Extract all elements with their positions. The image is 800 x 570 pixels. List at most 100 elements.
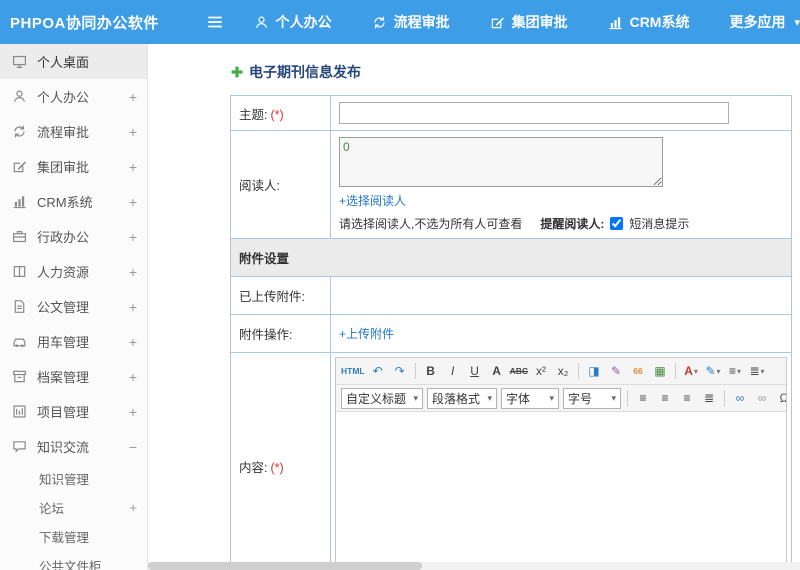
rich-text-editor: HTML↶↷BIUAABCx²x₂◨✎66▦A✎≡≣ 自定义标题段落格式字体字号… [335, 357, 787, 570]
expand-toggle[interactable]: + [123, 500, 137, 515]
sidebar-item-admin-office[interactable]: 行政办公 + [0, 219, 147, 254]
attachment-ops-row: 附件操作: +上传附件 [230, 314, 792, 353]
editor-button-strikethrough[interactable]: ABC [509, 361, 529, 381]
editor-button-superscript[interactable]: x² [531, 361, 551, 381]
sidebar-item-project-mgmt[interactable]: 项目管理 + [0, 394, 147, 429]
content-row: 内容:(*) HTML↶↷BIUAABCx²x₂◨✎66▦A✎≡≣ 自定义标题段… [230, 352, 792, 570]
nav-icon [254, 15, 269, 30]
editor-button-align-center[interactable]: ≡ [655, 388, 675, 408]
horizontal-scrollbar[interactable] [148, 562, 800, 570]
editor-button-unordered-list[interactable]: ≣ [747, 361, 767, 381]
editor-button-undo[interactable]: ↶ [368, 361, 388, 381]
sidebar-item-knowledge-exchange[interactable]: 知识交流 − [0, 429, 147, 464]
toolbar-separator [414, 363, 416, 379]
editor-button-redo[interactable]: ↷ [390, 361, 410, 381]
sidebar-subitem-forum[interactable]: 论坛 + [0, 493, 147, 522]
sidebar-item-vehicle-mgmt[interactable]: 用车管理 + [0, 324, 147, 359]
editor-select-font-family[interactable]: 字体 [501, 387, 559, 409]
expand-toggle[interactable]: + [123, 404, 137, 420]
toolbar-separator [675, 363, 677, 379]
sidebar-item-archive-mgmt[interactable]: 档案管理 + [0, 359, 147, 394]
editor-toolbar-row1: HTML↶↷BIUAABCx²x₂◨✎66▦A✎≡≣ [336, 358, 786, 385]
sidebar-item-document-mgmt[interactable]: 公文管理 + [0, 289, 147, 324]
editor-button-font-color[interactable]: A [681, 361, 701, 381]
editor-toolbar-row2-buttons: ≡≡≡≣∞∞Ω▣▶— [623, 388, 786, 408]
editor-button-anchor[interactable]: Ω [774, 388, 787, 408]
topbar-nav: 个人办公 流程审批 集团审批 CRM系统 更多应用 ▾ [254, 12, 800, 32]
expand-toggle[interactable]: − [123, 439, 137, 455]
nav-icon [490, 15, 505, 30]
editor-button-remove-link[interactable]: ∞ [752, 388, 772, 408]
editor-button-font-style[interactable]: A [487, 361, 507, 381]
editor-button-highlight-color[interactable]: ✎ [703, 361, 723, 381]
expand-toggle[interactable]: + [123, 89, 137, 105]
expand-toggle[interactable]: + [123, 124, 137, 140]
editor-button-format-painter[interactable]: ✎ [606, 361, 626, 381]
nav-item-workflow-approval[interactable]: 流程审批 [372, 12, 450, 32]
expand-toggle[interactable]: + [123, 194, 137, 210]
sidebar-item-icon [12, 194, 28, 209]
app-logo[interactable]: PHPOA协同办公软件 [0, 12, 194, 33]
nav-item-personal-office[interactable]: 个人办公 [254, 12, 332, 32]
readers-hint: 请选择阅读人,不选为所有人可查看 [339, 217, 523, 231]
nav-item-crm-system[interactable]: CRM系统 [608, 12, 689, 32]
editor-button-ordered-list[interactable]: ≡ [725, 361, 745, 381]
editor-content-area[interactable] [336, 412, 786, 570]
sidebar-item-personal-desktop[interactable]: 个人桌面 [0, 44, 147, 79]
editor-button-subscript[interactable]: x₂ [553, 361, 573, 381]
editor-button-align-left[interactable]: ≡ [633, 388, 653, 408]
sidebar-submenu: 知识管理 论坛 + 下载管理 公共文件柜 [0, 464, 147, 570]
add-plus-icon [230, 65, 244, 79]
editor-select-custom-title[interactable]: 自定义标题 [341, 387, 423, 409]
readers-textarea[interactable]: 0 [339, 137, 663, 187]
hamburger-icon[interactable] [202, 9, 228, 35]
expand-toggle[interactable]: + [123, 229, 137, 245]
attachment-ops-label: 附件操作: [239, 328, 293, 342]
sidebar-menu: 个人桌面 个人办公 + 流程审批 + 集团审批 + CRM系统 + 行政办公 +… [0, 44, 147, 464]
nav-item-more-apps[interactable]: 更多应用 ▾ [729, 12, 800, 32]
editor-button-align-justify[interactable]: ≣ [699, 388, 719, 408]
sidebar-item-icon [12, 159, 28, 174]
expand-toggle[interactable]: + [123, 299, 137, 315]
remind-readers-label: 提醒阅读人: [540, 217, 605, 231]
sidebar-item-icon [12, 124, 28, 139]
nav-item-group-approval[interactable]: 集团审批 [490, 12, 568, 32]
editor-select-font-size[interactable]: 字号 [563, 387, 621, 409]
editor-format-selects: 自定义标题段落格式字体字号 [339, 387, 623, 409]
nav-icon [608, 15, 623, 30]
sidebar-subitem-download-mgmt[interactable]: 下载管理 [0, 522, 147, 551]
editor-button-bold[interactable]: B [421, 361, 441, 381]
editor-button-underline[interactable]: U [465, 361, 485, 381]
sidebar-item-icon [12, 89, 28, 104]
sidebar-item-personal-office[interactable]: 个人办公 + [0, 79, 147, 114]
scrollbar-thumb[interactable] [148, 562, 422, 570]
upload-attachment-link[interactable]: +上传附件 [339, 325, 394, 342]
sidebar-item-icon [12, 264, 28, 279]
editor-button-align-right[interactable]: ≡ [677, 388, 697, 408]
editor-button-italic[interactable]: I [443, 361, 463, 381]
editor-button-remove-format[interactable]: ◨ [584, 361, 604, 381]
editor-button-insert-link[interactable]: ∞ [730, 388, 750, 408]
readers-label: 阅读人: [239, 179, 280, 193]
sidebar-item-crm-system[interactable]: CRM系统 + [0, 184, 147, 219]
select-readers-link[interactable]: +选择阅读人 [339, 192, 406, 209]
sidebar-item-icon [12, 54, 28, 69]
expand-toggle[interactable]: + [123, 159, 137, 175]
subject-input[interactable] [339, 102, 729, 124]
expand-toggle[interactable]: + [123, 369, 137, 385]
sidebar-item-icon [12, 404, 28, 419]
sidebar-subitem-public-file-cabinet[interactable]: 公共文件柜 [0, 551, 147, 570]
sms-checkbox[interactable] [610, 217, 624, 230]
sidebar-subitem-knowledge-mgmt[interactable]: 知识管理 [0, 464, 147, 493]
editor-button-html-source[interactable]: HTML [340, 361, 366, 381]
sidebar-item-group-approval[interactable]: 集团审批 + [0, 149, 147, 184]
editor-button-insert-table[interactable]: ▦ [650, 361, 670, 381]
sidebar-item-icon [12, 299, 28, 314]
sidebar-item-workflow-approval[interactable]: 流程审批 + [0, 114, 147, 149]
expand-toggle[interactable]: + [123, 264, 137, 280]
topbar: PHPOA协同办公软件 个人办公 流程审批 集团审批 CRM系统 更多应用 ▾ [0, 0, 800, 44]
sidebar-item-human-resources[interactable]: 人力资源 + [0, 254, 147, 289]
editor-button-blockquote[interactable]: 66 [628, 361, 648, 381]
expand-toggle[interactable]: + [123, 334, 137, 350]
editor-select-paragraph-format[interactable]: 段落格式 [427, 387, 497, 409]
